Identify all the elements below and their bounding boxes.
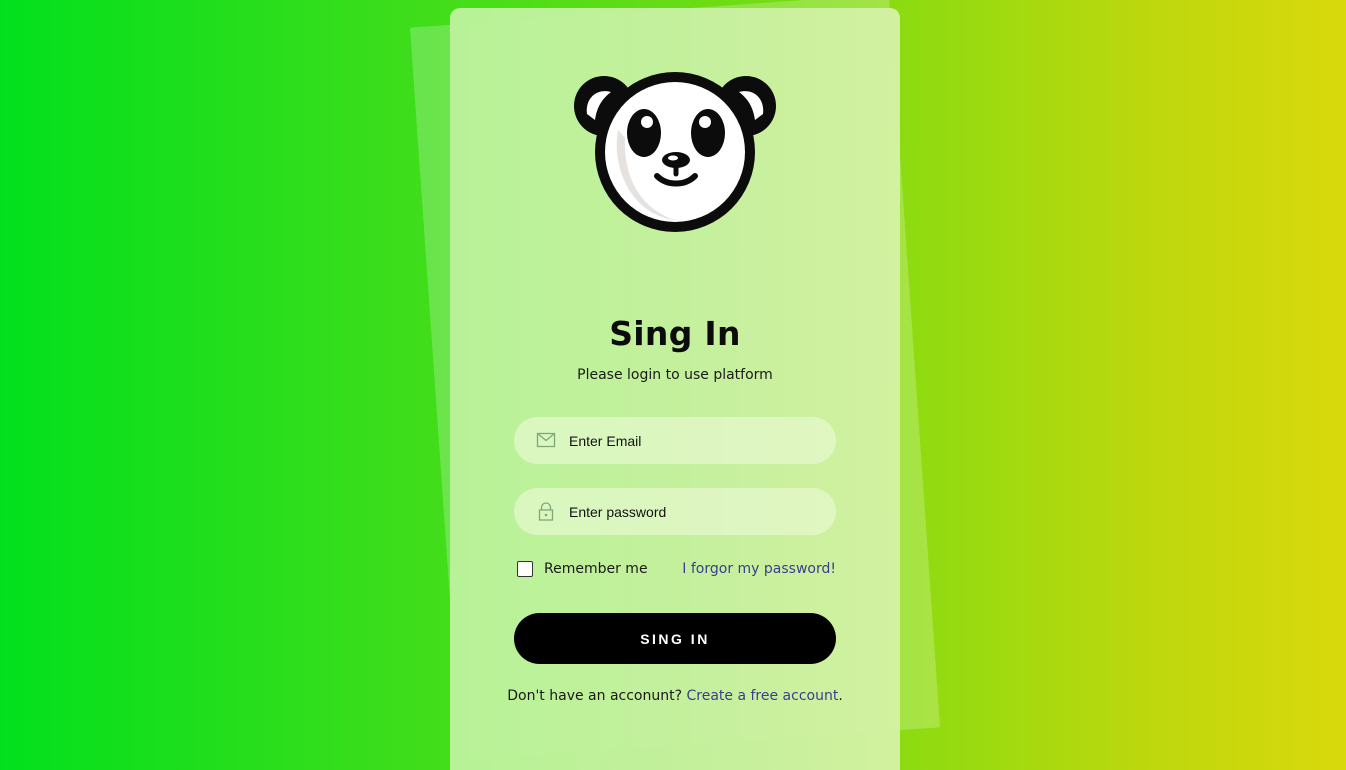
signup-suffix: .	[838, 688, 843, 704]
login-card: Sing In Please login to use platform Rem…	[450, 8, 900, 770]
page-title: Sing In	[609, 314, 741, 353]
create-account-link[interactable]: Create a free account	[686, 688, 838, 704]
remember-me[interactable]: Remember me	[517, 561, 648, 577]
signup-prompt: Don't have an acconunt? Create a free ac…	[450, 688, 900, 704]
email-input[interactable]	[569, 417, 819, 464]
panda-logo	[574, 72, 776, 232]
password-input[interactable]	[569, 488, 819, 535]
email-field-container	[514, 417, 836, 464]
remember-me-checkbox[interactable]	[517, 561, 533, 577]
lock-icon	[538, 502, 554, 521]
remember-me-label: Remember me	[544, 561, 648, 577]
signup-prompt-text: Don't have an acconunt?	[507, 688, 687, 704]
envelope-icon	[536, 432, 556, 448]
page-subtitle: Please login to use platform	[577, 367, 773, 383]
password-field-container	[514, 488, 836, 535]
signin-button[interactable]: SING IN	[514, 613, 836, 664]
forgot-password-link[interactable]: I forgor my password!	[682, 561, 836, 577]
